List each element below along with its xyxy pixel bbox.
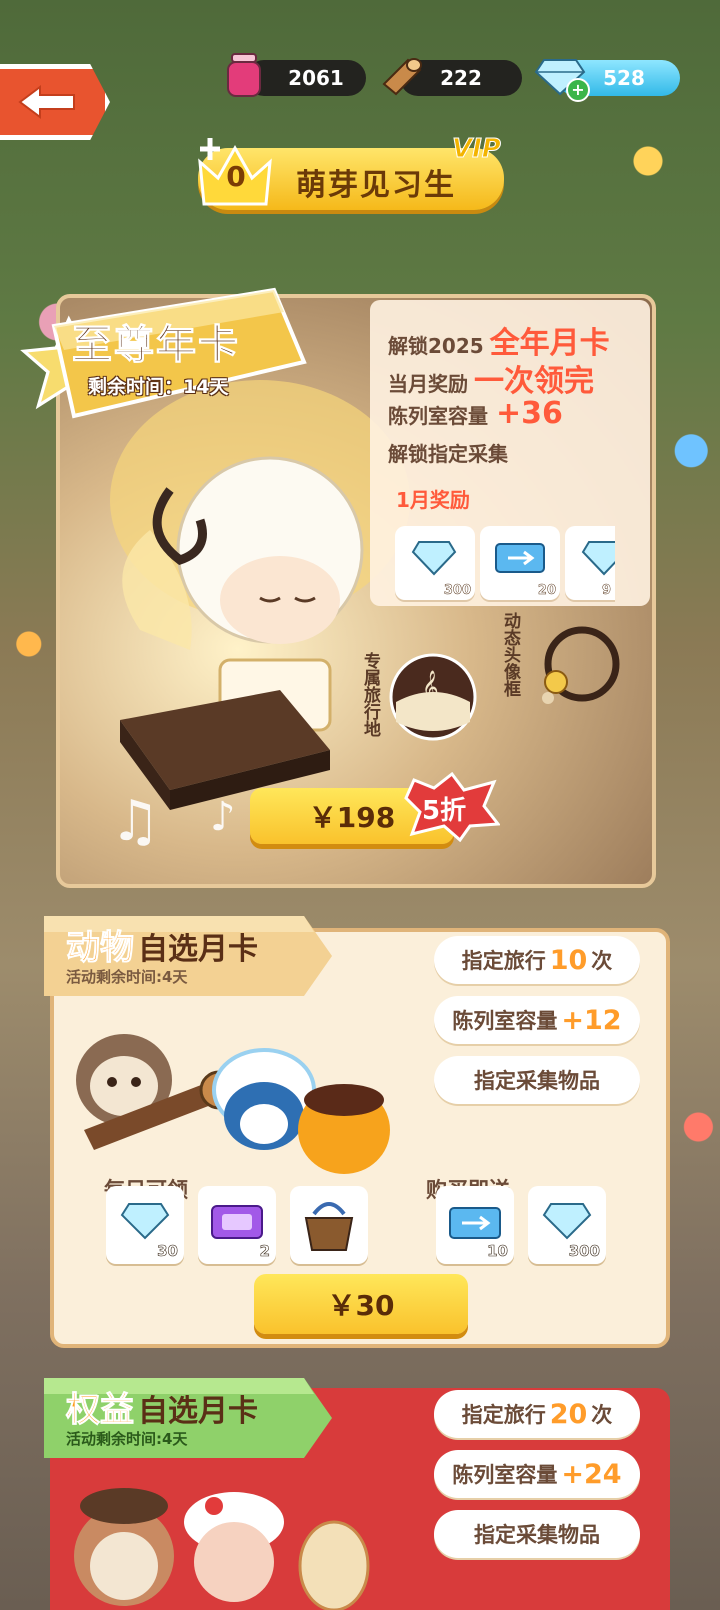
svg-text:𝄞: 𝄞: [422, 670, 439, 704]
diamond-icon: [581, 541, 615, 576]
monthly-value: 一次领完: [474, 364, 594, 399]
daily-item[interactable]: [290, 1186, 368, 1264]
item-value: 300: [568, 1242, 600, 1261]
feature-num: 20: [549, 1398, 588, 1430]
travel-destination-icon[interactable]: 𝄞: [388, 652, 478, 742]
benefit-feature-travel: 指定旅行 20 次: [434, 1390, 640, 1438]
benefit-title-highlight: 权益: [66, 1390, 135, 1431]
animal-title-highlight: 动物: [66, 928, 135, 969]
benefit-remaining-time: 活动剩余时间:4天: [66, 1430, 188, 1448]
supreme-remaining-time: 剩余时间：14天: [88, 376, 229, 398]
add-diamond-button[interactable]: +: [566, 78, 590, 102]
animal-feature-travel: 指定旅行 10 次: [434, 936, 640, 984]
feature-suffix: 次: [591, 949, 613, 973]
unlock-label: 解锁2025: [388, 334, 484, 358]
reward-value: 20: [537, 583, 557, 599]
benefit-characters-illustration: [74, 1488, 370, 1610]
animals-illustration: [76, 1034, 390, 1174]
capacity-line: 陈列室容量 +36: [388, 396, 563, 431]
diamond-value: 528: [603, 66, 645, 90]
vip-title: 萌芽见习生: [296, 168, 456, 203]
diamond-icon: [542, 1203, 592, 1240]
vip-tag: VIP: [452, 134, 502, 165]
ticket-icon: [449, 1207, 501, 1239]
vip-level: 0: [226, 160, 246, 193]
purple-ticket-icon: [211, 1205, 263, 1239]
feature-label: 陈列室容量: [452, 1463, 558, 1487]
frame-label: 动态头像框: [500, 612, 520, 697]
wood-log-icon: [382, 58, 422, 96]
discount-label: 5折: [422, 796, 467, 826]
feature-label: 指定旅行: [461, 1403, 546, 1427]
svg-text:♪: ♪: [210, 794, 236, 840]
jam-value: 2061: [288, 66, 344, 90]
reward-item[interactable]: 20: [480, 526, 560, 600]
avatar-frame-icon[interactable]: [526, 620, 622, 716]
fairy-character-image: ♫ ♪: [110, 380, 410, 850]
reward-item[interactable]: 300: [395, 526, 475, 600]
travel-label: 专属旅行地: [360, 652, 380, 737]
monthly-line: 当月奖励 一次领完: [388, 356, 594, 400]
daily-item[interactable]: 2: [198, 1186, 276, 1264]
feature-num: 10: [549, 944, 588, 976]
reward-item[interactable]: 9: [565, 526, 615, 600]
wood-value: 222: [440, 66, 482, 90]
feature-suffix: 次: [591, 1403, 613, 1427]
feature-label: 指定采集物品: [474, 1069, 600, 1093]
supreme-card-title: 至尊年卡: [72, 322, 240, 369]
item-value: 10: [487, 1242, 508, 1261]
bonus-item[interactable]: 300: [528, 1186, 606, 1264]
benefit-feature-capacity: 陈列室容量 +24: [434, 1450, 640, 1498]
reward-value: 9: [601, 583, 612, 599]
feature-num: +12: [561, 1004, 622, 1036]
feature-label: 指定采集物品: [474, 1523, 600, 1547]
jam-counter: 2061: [246, 60, 366, 96]
animal-feature-capacity: 陈列室容量 +12: [434, 996, 640, 1044]
capacity-value: +36: [496, 396, 563, 431]
diamond-icon: [120, 1203, 170, 1240]
item-value: 30: [157, 1242, 178, 1261]
item-value: 2: [259, 1242, 270, 1261]
ticket-icon: [495, 543, 545, 573]
animal-card-title: 动物 自选月卡: [66, 920, 259, 969]
benefit-card-title: 权益 自选月卡: [66, 1382, 259, 1431]
svg-text:♫: ♫: [110, 789, 160, 850]
capacity-label: 陈列室容量: [388, 404, 488, 428]
basket-icon: [304, 1202, 354, 1251]
reward-value: 300: [443, 583, 472, 599]
daily-item[interactable]: 30: [106, 1186, 184, 1264]
benefit-title-text: 自选月卡: [138, 1394, 258, 1429]
supreme-price: ￥198: [308, 801, 396, 834]
animal-buy-button[interactable]: ￥30: [254, 1274, 468, 1334]
feature-label: 陈列室容量: [452, 1009, 558, 1033]
collect-label: 解锁指定采集: [388, 442, 508, 466]
animal-feature-collect: 指定采集物品: [434, 1056, 640, 1104]
bonus-item[interactable]: 10: [436, 1186, 514, 1264]
animal-remaining-time: 活动剩余时间:4天: [66, 968, 188, 986]
back-arrow-icon: [18, 85, 75, 119]
back-button[interactable]: [0, 64, 110, 140]
reward-month-label: 1月奖励: [396, 488, 470, 512]
animal-title-text: 自选月卡: [138, 932, 258, 967]
diamond-icon: [411, 541, 457, 576]
monthly-label: 当月奖励: [388, 372, 468, 396]
jam-jar-icon: [227, 53, 261, 97]
animal-price: ￥30: [327, 1289, 395, 1322]
feature-label: 指定旅行: [461, 949, 546, 973]
feature-num: +24: [561, 1458, 622, 1490]
benefit-feature-collect: 指定采集物品: [434, 1510, 640, 1558]
